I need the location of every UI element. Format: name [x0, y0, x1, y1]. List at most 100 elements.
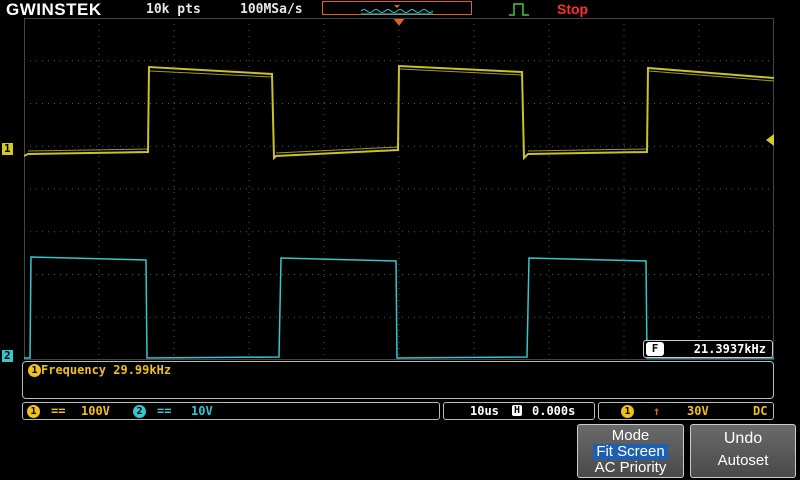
grid-dot [732, 231, 733, 233]
mode-softkey[interactable]: Mode Fit Screen AC Priority [577, 424, 684, 478]
grid-dot [252, 231, 253, 233]
grid-dot [414, 231, 415, 233]
grid-dot [324, 316, 325, 318]
grid-dot [756, 145, 757, 147]
memory-map-waveform-icon [360, 5, 434, 15]
grid-dot [606, 316, 607, 318]
grid-dot [698, 336, 700, 337]
grid-dot [660, 60, 661, 62]
grid-dot [623, 192, 625, 193]
grid-dot [378, 145, 379, 147]
ch2-ground-marker[interactable]: 2 [2, 350, 13, 362]
grid-dot [648, 188, 649, 190]
grid-dot [98, 330, 100, 331]
grid-dot [222, 145, 223, 147]
grid-dot [768, 274, 769, 275]
grid-dot [144, 103, 145, 104]
grid-dot [354, 188, 355, 190]
grid-dot [126, 316, 127, 318]
grid-dot [60, 145, 61, 147]
grid-dot [522, 231, 523, 233]
grid-dot [473, 348, 475, 349]
grid-dot [462, 145, 463, 147]
grid-dot [246, 231, 247, 233]
grid-dot [98, 84, 100, 85]
grid-dot [432, 103, 433, 104]
grid-dot [360, 145, 361, 147]
grid-dot [173, 192, 175, 193]
grid-dot [576, 103, 577, 104]
grid-dot [642, 145, 643, 147]
grid-dot [570, 274, 571, 275]
grid-dot [474, 145, 475, 147]
grid-dot [264, 316, 265, 318]
grid-dot [156, 60, 157, 62]
grid-dot [98, 216, 100, 217]
grid-dot [698, 66, 700, 67]
waveform-display[interactable] [24, 18, 774, 360]
run-stop-state[interactable]: Stop [557, 1, 588, 17]
grid-dot [744, 231, 745, 233]
grid-dot [198, 274, 199, 275]
grid-dot [473, 30, 475, 31]
grid-dot [162, 274, 163, 275]
grid-dot [660, 145, 661, 147]
ch1-ground-marker[interactable]: 1 [2, 143, 13, 155]
grid-dot [248, 336, 250, 337]
grid-dot [102, 231, 103, 233]
grid-dot [248, 48, 250, 49]
grid-dot [473, 276, 475, 277]
ch1-trigger-level-marker[interactable] [766, 134, 774, 146]
grid-dot [726, 274, 727, 275]
grid-dot [492, 60, 493, 62]
grid-dot [398, 282, 400, 283]
ch1-scale: 100V [81, 404, 110, 418]
grid-dot [360, 103, 361, 104]
grid-dot [323, 96, 325, 97]
grid-dot [420, 316, 421, 318]
grid-dot [582, 274, 583, 275]
grid-dot [240, 316, 241, 318]
grid-dot [698, 168, 700, 169]
grid-dot [323, 222, 325, 223]
grid-dot [708, 274, 709, 275]
grid-dot [630, 231, 631, 233]
grid-dot [173, 144, 175, 145]
grid-dot [252, 188, 253, 190]
grid-dot [600, 316, 601, 318]
grid-dot [698, 36, 700, 37]
grid-dot [552, 188, 553, 190]
grid-dot [698, 246, 700, 247]
grid-dot [234, 103, 235, 104]
grid-dot [698, 60, 700, 61]
grid-dot [323, 72, 325, 73]
grid-dot [282, 145, 283, 147]
grid-dot [473, 162, 475, 163]
grid-dot [623, 24, 625, 25]
grid-dot [248, 228, 250, 229]
grid-dot [698, 108, 700, 109]
grid-dot [698, 150, 700, 151]
grid-dot [60, 231, 61, 233]
undo-autoset-softkey[interactable]: Undo Autoset [690, 424, 796, 478]
grid-dot [492, 145, 493, 147]
grid-dot [312, 188, 313, 190]
grid-dot [66, 274, 67, 275]
grid-dot [444, 188, 445, 190]
grid-dot [246, 145, 247, 147]
grid-dot [98, 90, 100, 91]
grid-dot [252, 316, 253, 318]
grid-dot [102, 145, 103, 147]
grid-dot [690, 188, 691, 190]
grid-dot [702, 316, 703, 318]
grid-dot [623, 108, 625, 109]
grid-dot [323, 330, 325, 331]
grid-dot [258, 188, 259, 190]
grid-dot [228, 60, 229, 62]
grid-dot [330, 316, 331, 318]
grid-dot [642, 103, 643, 104]
grid-dot [473, 156, 475, 157]
grid-dot [548, 300, 550, 301]
grid-dot [678, 274, 679, 275]
grid-dot [612, 316, 613, 318]
